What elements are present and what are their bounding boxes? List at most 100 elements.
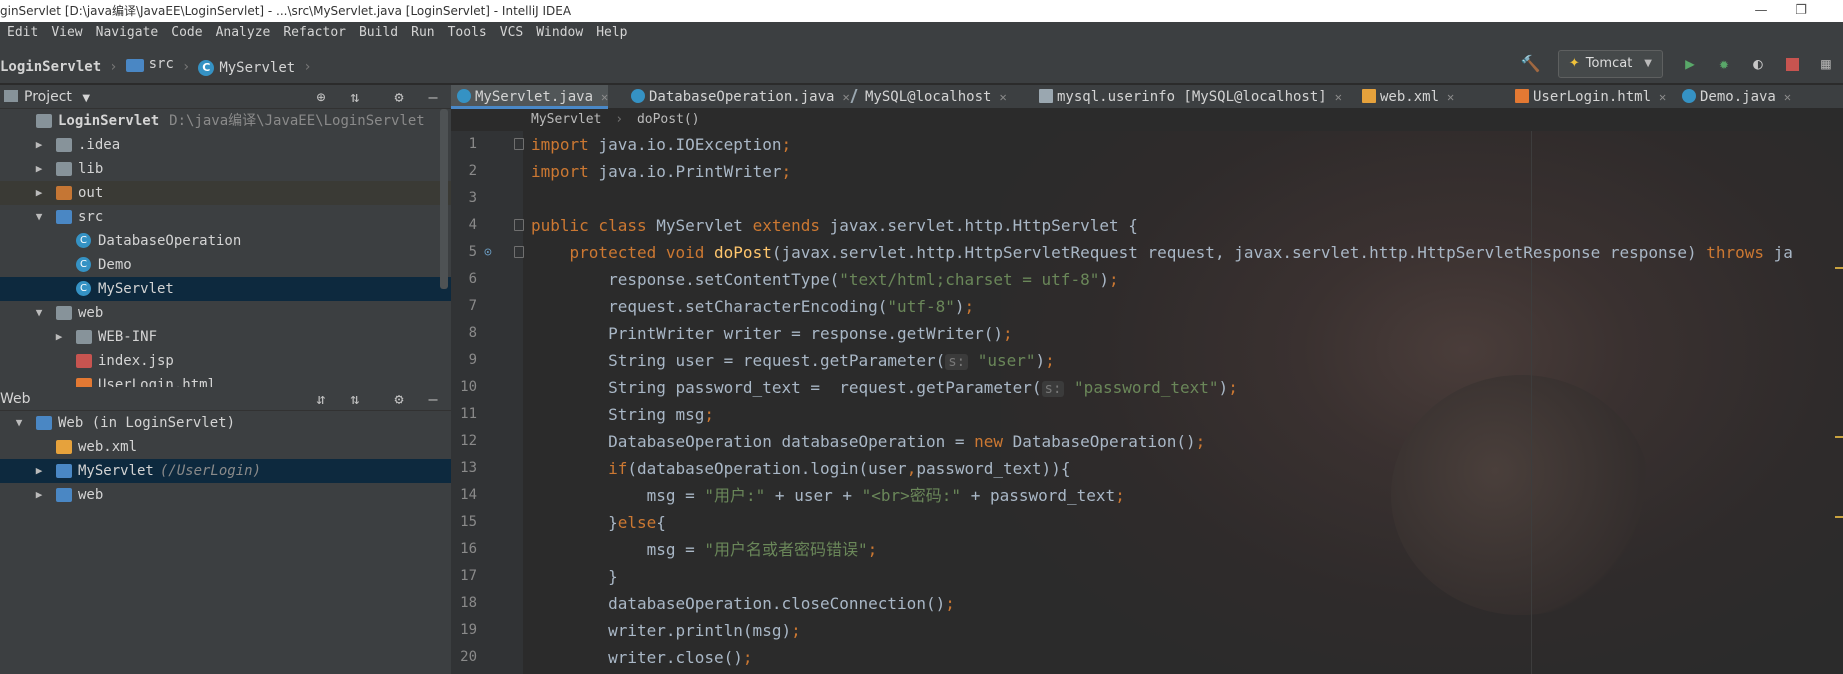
- breadcrumb-method[interactable]: doPost(): [637, 112, 700, 127]
- tree-item[interactable]: LoginServlet D:\java编译\JavaEE\LoginServle…: [0, 109, 451, 133]
- expand-all-icon[interactable]: ⇵: [310, 387, 332, 411]
- menu-code[interactable]: Code: [164, 22, 208, 44]
- fold-icon[interactable]: [514, 138, 524, 150]
- menu-refactor[interactable]: Refactor: [276, 22, 352, 44]
- debug-icon[interactable]: ✹: [1713, 53, 1735, 75]
- coverage-icon[interactable]: ◐: [1747, 53, 1769, 75]
- tree-item[interactable]: C Demo: [0, 253, 451, 277]
- code-line[interactable]: 8 PrintWriter writer = response.getWrite…: [451, 320, 1843, 347]
- menu-tools[interactable]: Tools: [441, 22, 493, 44]
- menu-run[interactable]: Run: [404, 22, 440, 44]
- hide-icon[interactable]: —: [422, 85, 444, 109]
- chevron-right-icon[interactable]: ▶: [32, 459, 46, 483]
- project-structure-icon[interactable]: ▦: [1815, 53, 1837, 75]
- nav-crumb-file[interactable]: C MyServlet: [198, 48, 295, 88]
- chevron-right-icon[interactable]: ▶: [32, 157, 46, 181]
- code-area[interactable]: 1 import java.io.IOException; 2 import java…: [451, 131, 1843, 674]
- tree-item[interactable]: C MyServlet: [0, 277, 451, 301]
- code-line[interactable]: 4 public class MyServlet extends javax.se…: [451, 212, 1843, 239]
- tree-item[interactable]: ▶ MyServlet (/UserLogin): [0, 459, 451, 483]
- code-line[interactable]: 18 databaseOperation.closeConnection();: [451, 590, 1843, 617]
- run-icon[interactable]: ▶: [1679, 53, 1701, 75]
- code-line[interactable]: 7 request.setCharacterEncoding("utf-8");: [451, 293, 1843, 320]
- code-line[interactable]: 3: [451, 185, 1843, 212]
- hammer-icon[interactable]: 🔨: [1520, 53, 1542, 75]
- editor-tab[interactable]: mysql.userinfo [MySQL@localhost] ✕: [1033, 85, 1342, 109]
- tree-item[interactable]: ▼ src: [0, 205, 451, 229]
- tree-item[interactable]: ▶ lib: [0, 157, 451, 181]
- close-icon[interactable]: ✕: [1784, 90, 1791, 104]
- minimize-button[interactable]: —: [1741, 0, 1781, 22]
- hide-icon[interactable]: —: [422, 387, 444, 411]
- editor-tab[interactable]: DatabaseOperation.java ✕: [625, 85, 850, 109]
- menu-vcs[interactable]: VCS: [493, 22, 529, 44]
- code-line[interactable]: 12 DatabaseOperation databaseOperation =…: [451, 428, 1843, 455]
- tree-item[interactable]: ▶ out: [0, 181, 451, 205]
- stripe-mark[interactable]: [1835, 267, 1843, 269]
- tree-item[interactable]: index.jsp: [0, 349, 451, 373]
- close-icon[interactable]: ✕: [1659, 90, 1666, 104]
- stripe-mark[interactable]: [1835, 436, 1843, 438]
- code-line[interactable]: 10 String password_text = request.getPar…: [451, 374, 1843, 401]
- editor-tab[interactable]: MyServlet.java ✕: [451, 85, 609, 109]
- chevron-right-icon[interactable]: ▶: [52, 325, 66, 349]
- tree-item[interactable]: ▼ Web (in LoginServlet): [0, 411, 451, 435]
- code-line[interactable]: 6 response.setContentType("text/html;cha…: [451, 266, 1843, 293]
- chevron-down-icon[interactable]: ▼: [32, 205, 46, 229]
- code-line[interactable]: 19 writer.println(msg);: [451, 617, 1843, 644]
- override-icon[interactable]: ⊙: [484, 239, 492, 266]
- editor-tab[interactable]: web.xml ✕: [1356, 85, 1454, 109]
- close-icon[interactable]: ✕: [601, 90, 608, 104]
- collapse-all-icon[interactable]: ⇅: [344, 387, 366, 411]
- menu-view[interactable]: View: [44, 22, 88, 44]
- fold-icon[interactable]: [514, 246, 524, 258]
- code-line[interactable]: 11 String msg;: [451, 401, 1843, 428]
- locate-icon[interactable]: ⊕: [310, 85, 332, 109]
- gear-icon[interactable]: ⚙: [388, 85, 410, 109]
- code-line[interactable]: 16 msg = "用户名或者密码错误";: [451, 536, 1843, 563]
- menu-edit[interactable]: Edit: [0, 22, 44, 44]
- nav-crumb-project[interactable]: LoginServlet: [0, 47, 101, 87]
- scrollbar[interactable]: [440, 109, 448, 289]
- menu-window[interactable]: Window: [529, 22, 589, 44]
- code-line[interactable]: 20 writer.close();: [451, 644, 1843, 671]
- chevron-right-icon[interactable]: ▶: [32, 181, 46, 205]
- editor-tab[interactable]: MySQL@localhost ✕: [847, 85, 1007, 109]
- project-view-selector[interactable]: Project ▼: [4, 85, 90, 111]
- tree-item[interactable]: ▼ web: [0, 301, 451, 325]
- menu-help[interactable]: Help: [589, 22, 633, 44]
- code-line[interactable]: 1 import java.io.IOException;: [451, 131, 1843, 158]
- close-icon[interactable]: ✕: [999, 90, 1006, 104]
- code-line[interactable]: 9 String user = request.getParameter(s: …: [451, 347, 1843, 374]
- code-line[interactable]: 14 msg = "用户:" + user + "<br>密码:" + pass…: [451, 482, 1843, 509]
- tree-item[interactable]: UserLogin.html: [0, 373, 451, 387]
- close-icon[interactable]: ✕: [1447, 90, 1454, 104]
- tree-item[interactable]: ▶ .idea: [0, 133, 451, 157]
- chevron-down-icon[interactable]: ▼: [32, 301, 46, 325]
- menu-build[interactable]: Build: [352, 22, 404, 44]
- stripe-mark[interactable]: [1835, 516, 1843, 518]
- stop-icon[interactable]: [1781, 53, 1803, 75]
- fold-icon[interactable]: [514, 219, 524, 231]
- close-icon[interactable]: ✕: [1335, 90, 1342, 104]
- run-configuration-select[interactable]: ✦ Tomcat ▼: [1557, 50, 1663, 78]
- chevron-right-icon[interactable]: ▶: [32, 133, 46, 157]
- code-line[interactable]: 17 }: [451, 563, 1843, 590]
- code-line[interactable]: 5 ⊙ protected void doPost(javax.servlet.h…: [451, 239, 1843, 266]
- chevron-right-icon[interactable]: ▶: [32, 483, 46, 507]
- tree-item[interactable]: web.xml: [0, 435, 451, 459]
- tree-item[interactable]: C DatabaseOperation: [0, 229, 451, 253]
- maximize-button[interactable]: ❐: [1781, 0, 1821, 22]
- gear-icon[interactable]: ⚙: [388, 387, 410, 411]
- tree-item[interactable]: ▶ web: [0, 483, 451, 507]
- collapse-all-icon[interactable]: ⇅: [344, 85, 366, 109]
- breadcrumb-class[interactable]: MyServlet: [531, 112, 601, 127]
- code-line[interactable]: 2 import java.io.PrintWriter;: [451, 158, 1843, 185]
- code-line[interactable]: 15 }else{: [451, 509, 1843, 536]
- nav-crumb-folder[interactable]: src: [125, 44, 174, 84]
- editor-tab[interactable]: UserLogin.html ✕: [1509, 85, 1666, 109]
- menu-navigate[interactable]: Navigate: [89, 22, 165, 44]
- error-stripe[interactable]: [1835, 131, 1843, 674]
- editor-tab[interactable]: Demo.java ✕: [1676, 85, 1791, 109]
- code-line[interactable]: 13 if(databaseOperation.login(user,passw…: [451, 455, 1843, 482]
